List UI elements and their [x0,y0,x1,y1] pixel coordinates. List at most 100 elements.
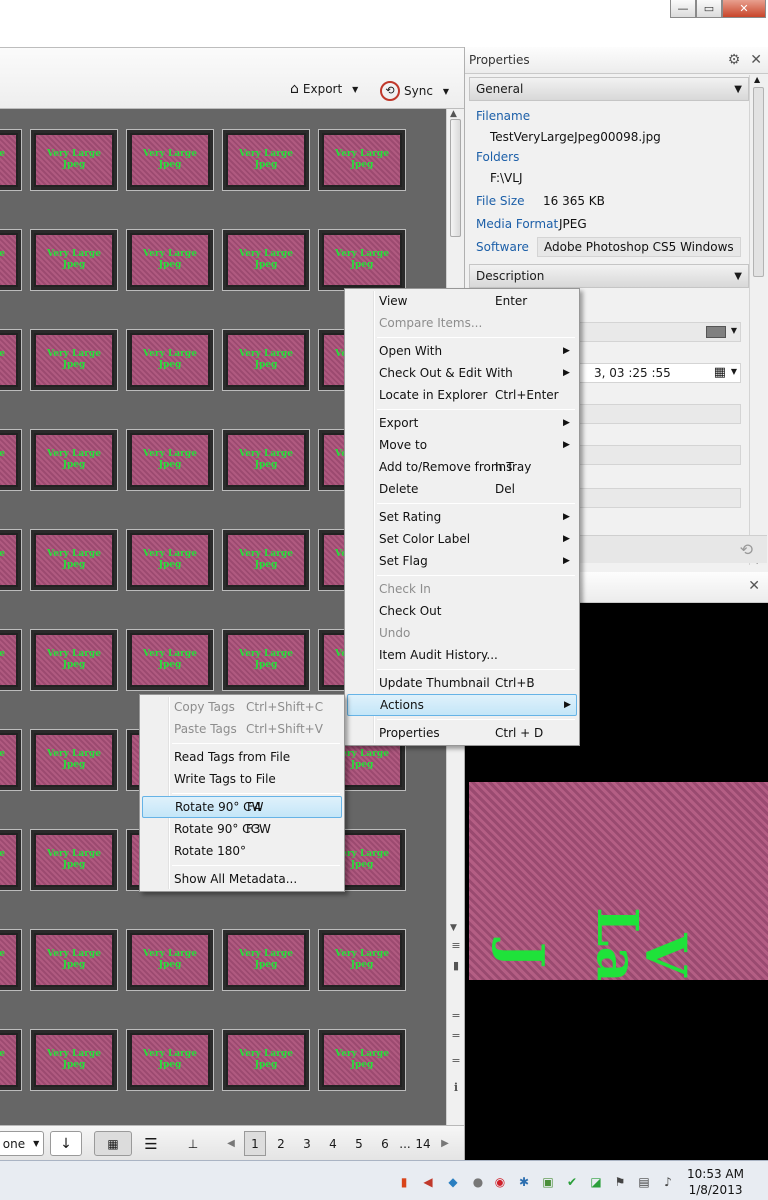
thumbnail-tile[interactable]: Very Large Jpeg [0,129,22,191]
menu-item-item-audit-history[interactable]: Item Audit History... [347,644,577,666]
menu-item-rotate-90-ccw[interactable]: Rotate 90° CCW F3 [142,818,342,840]
menu-item-delete[interactable]: Delete Del [347,478,577,500]
volume-muted-icon[interactable]: ◀ [420,1174,436,1190]
page-number-button[interactable]: 6 [374,1131,396,1156]
bluetooth-icon[interactable]: ✱ [516,1174,532,1190]
page-number-button[interactable]: 3 [296,1131,318,1156]
thumbnail-tile[interactable]: Very Large Jpeg [0,829,22,891]
zoom-step-button[interactable]: = [449,1009,463,1022]
menu-item-locate-in-explorer[interactable]: Locate in Explorer Ctrl+Enter [347,384,577,406]
menu-item-rotate-90-cw[interactable]: Rotate 90° CW F4 [142,796,342,818]
menu-item-set-rating[interactable]: Set Rating ▶ [347,506,577,528]
system-clock[interactable]: 10:53 AM 1/8/2013 [687,1166,744,1198]
thumbnail-tile[interactable]: Very Large Jpeg [0,629,22,691]
scroll-thumb[interactable] [753,87,764,277]
thumbnail-tile[interactable]: Very Large Jpeg [30,829,118,891]
thumbnail-tile[interactable]: Very Large Jpeg [222,329,310,391]
scroll-up-arrow[interactable]: ▲ [754,75,760,84]
thumbnail-tile[interactable]: Very Large Jpeg [0,929,22,991]
thumbnail-tile[interactable]: Very Large Jpeg [30,129,118,191]
zoom-in-button[interactable]: ≡ [449,939,463,952]
export-menu-button[interactable]: ⌂ Export ▼ [290,81,358,97]
menu-item-move-to[interactable]: Move to ▶ [347,434,577,456]
maximize-button[interactable]: ▭ [696,0,722,18]
thumbnail-tile[interactable]: Very Large Jpeg [222,129,310,191]
thumbnail-tile[interactable]: Very Large Jpeg [222,929,310,991]
menu-item-set-color-label[interactable]: Set Color Label ▶ [347,528,577,550]
scroll-thumb[interactable] [450,119,461,237]
thumbnail-tile[interactable]: Very Large Jpeg [30,329,118,391]
page-number-button[interactable]: 2 [270,1131,292,1156]
menu-item-properties[interactable]: Properties Ctrl + D [347,722,577,744]
thumbnail-tile[interactable]: Very Large Jpeg [222,529,310,591]
menu-item-write-tags-to-file[interactable]: Write Tags to File [142,768,342,790]
close-icon[interactable]: ✕ [748,578,760,594]
menu-item-check-out-edit-with[interactable]: Check Out & Edit With ▶ [347,362,577,384]
thumbnail-tile[interactable]: Very Large Jpeg [0,429,22,491]
scroll-down-arrow[interactable]: ▼ [450,923,457,933]
menu-item-set-flag[interactable]: Set Flag ▶ [347,550,577,572]
description-section-header[interactable]: Description ▼ [469,264,749,288]
nvidia-icon[interactable]: ◪ [588,1174,604,1190]
thumbnail-tile[interactable]: Very Large Jpeg [126,529,214,591]
thumbnail-tile[interactable]: Very Large Jpeg [0,229,22,291]
page-number-button[interactable]: 14 [412,1131,434,1156]
thumbnail-tile[interactable]: Very Large Jpeg [318,229,406,291]
thumbnail-tile[interactable]: Very Large Jpeg [126,1029,214,1091]
menu-item-open-with[interactable]: Open With ▶ [347,340,577,362]
refresh-icon[interactable]: ⟲ [740,540,753,559]
thumbnail-tile[interactable]: Very Large Jpeg [30,229,118,291]
battery-icon[interactable]: ▮ [396,1174,412,1190]
filmstrip-view-button[interactable]: ⊥ [176,1131,210,1156]
thumbnail-tile[interactable]: Very Large Jpeg [222,1029,310,1091]
dropbox-icon[interactable]: ◆ [445,1174,461,1190]
thumbnail-tile[interactable]: Very Large Jpeg [126,429,214,491]
flag-icon[interactable]: ⚑ [612,1174,628,1190]
page-number-button[interactable]: 4 [322,1131,344,1156]
menu-item-show-all-metadata[interactable]: Show All Metadata... [142,868,342,890]
thumbnail-tile[interactable]: Very Large Jpeg [126,229,214,291]
tray-dot-icon[interactable]: ● [470,1174,486,1190]
thumbnail-tile[interactable]: Very Large Jpeg [30,1029,118,1091]
list-view-button[interactable]: ☰ [136,1131,166,1156]
zoom-step-button[interactable]: = [449,1029,463,1042]
grid-view-button[interactable]: ▦ [94,1131,132,1156]
prev-page-button[interactable]: ◀ [224,1131,238,1156]
menu-item-check-out[interactable]: Check Out [347,600,577,622]
thumbnail-tile[interactable]: Very Large Jpeg [126,629,214,691]
sync-menu-button[interactable]: ⟲ Sync ▼ [380,81,449,101]
properties-scrollbar[interactable]: ▲ ▼ [749,75,767,565]
thumbnail-tile[interactable]: Very Large Jpeg [30,429,118,491]
thumbnail-tile[interactable]: Very Large Jpeg [222,429,310,491]
thumbnail-tile[interactable]: Very Large Jpeg [0,1029,22,1091]
view-mode-select[interactable]: one ▼ [0,1131,44,1156]
scroll-up-arrow[interactable]: ▲ [450,109,457,119]
next-page-button[interactable]: ▶ [438,1131,452,1156]
antivirus-icon[interactable]: ◉ [492,1174,508,1190]
menu-item-read-tags-from-file[interactable]: Read Tags from File [142,746,342,768]
page-number-button[interactable]: 5 [348,1131,370,1156]
thumbnail-tile[interactable]: Very Large Jpeg [318,929,406,991]
thumbnail-tile[interactable]: Very Large Jpeg [126,329,214,391]
speaker-icon[interactable]: ♪ [660,1174,676,1190]
gear-icon[interactable]: ⚙ [728,52,741,68]
thumbnail-tile[interactable]: Very Large Jpeg [222,229,310,291]
menu-item-add-to-remove-from-tray[interactable]: Add to/Remove from Tray Ins [347,456,577,478]
menu-item-update-thumbnail[interactable]: Update Thumbnail Ctrl+B [347,672,577,694]
thumbnail-tile[interactable]: Very Large Jpeg [0,329,22,391]
thumbnail-tile[interactable]: Very Large Jpeg [0,729,22,791]
thumbnail-tile[interactable]: Very Large Jpeg [30,929,118,991]
monitor-icon[interactable]: ▤ [636,1174,652,1190]
thumbnail-tile[interactable]: Very Large Jpeg [318,1029,406,1091]
menu-item-export[interactable]: Export ▶ [347,412,577,434]
minimize-button[interactable]: — [670,0,696,18]
general-section-header[interactable]: General ▼ [469,77,749,101]
thumbnail-tile[interactable]: Very Large Jpeg [126,129,214,191]
security-check-icon[interactable]: ✔ [564,1174,580,1190]
thumbnail-tile[interactable]: Very Large Jpeg [318,129,406,191]
calendar-icon[interactable]: ▦ [714,365,726,380]
zoom-slider-thumb[interactable]: ▮ [449,959,463,972]
menu-item-rotate-180[interactable]: Rotate 180° [142,840,342,862]
thumbnail-tile[interactable]: Very Large Jpeg [30,629,118,691]
thumbnail-tile[interactable]: Very Large Jpeg [0,529,22,591]
